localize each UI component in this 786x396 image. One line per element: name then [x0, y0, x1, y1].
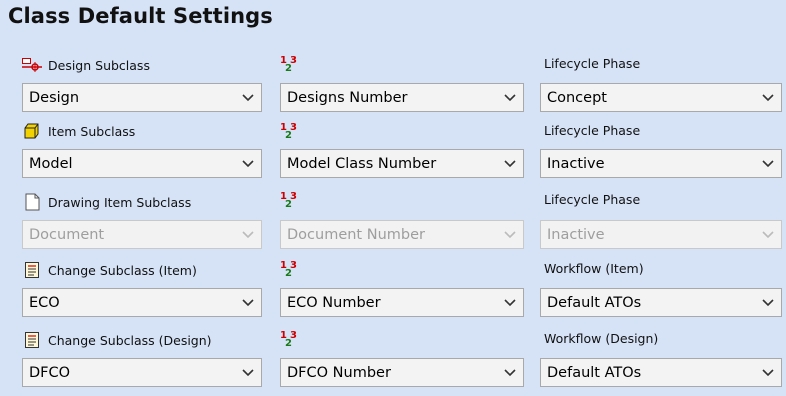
- chevron-down-icon: [235, 289, 261, 316]
- dfco-number-dropdown[interactable]: DFCO Number: [280, 358, 524, 387]
- subclass-label: Change Subclass (Item): [48, 262, 197, 278]
- chevron-down-icon: [497, 84, 523, 111]
- subclass-label: Drawing Item Subclass: [48, 194, 192, 210]
- subclass-label: Item Subclass: [48, 123, 136, 139]
- chevron-down-icon: [235, 221, 261, 248]
- item-lifecycle-dropdown[interactable]: Inactive: [540, 149, 782, 178]
- chevron-down-icon: [235, 150, 261, 177]
- item-subclass-label-row: Item Subclass: [22, 120, 135, 142]
- design-subclass-dropdown[interactable]: Design: [22, 83, 262, 112]
- item-subclass-dropdown[interactable]: Model: [22, 149, 262, 178]
- lifecycle-phase-label: Lifecycle Phase: [544, 122, 641, 138]
- change-document-icon: [22, 332, 42, 348]
- workflow-design-label: Workflow (Design): [544, 330, 659, 346]
- drawing-item-subclass-label-row: Drawing Item Subclass: [22, 191, 191, 213]
- drawing-subclass-dropdown: Document: [22, 220, 262, 249]
- design-lifecycle-dropdown[interactable]: Concept: [540, 83, 782, 112]
- document-icon: [22, 193, 42, 211]
- svg-text:3: 3: [290, 191, 297, 202]
- change-subclass-design-dropdown[interactable]: DFCO: [22, 358, 262, 387]
- design-number-dropdown[interactable]: Designs Number: [280, 83, 524, 112]
- change-subclass-item-label-row: Change Subclass (Item): [22, 259, 197, 281]
- subclass-label: Change Subclass (Design): [48, 332, 212, 348]
- workflow-design-dropdown[interactable]: Default ATOs: [540, 358, 782, 387]
- design-subclass-label-row: Design Subclass: [22, 54, 150, 76]
- item-cube-icon: [22, 123, 42, 139]
- chevron-down-icon: [497, 221, 523, 248]
- svg-text:3: 3: [290, 330, 297, 341]
- lifecycle-phase-label: Lifecycle Phase: [544, 55, 641, 71]
- change-document-icon: [22, 262, 42, 278]
- svg-text:3: 3: [290, 260, 297, 271]
- design-subclass-icon: [22, 57, 42, 73]
- number-sequence-icon: 123: [280, 119, 300, 141]
- chevron-down-icon: [497, 359, 523, 386]
- page-title: Class Default Settings: [8, 4, 273, 28]
- change-subclass-item-dropdown[interactable]: ECO: [22, 288, 262, 317]
- chevron-down-icon: [235, 84, 261, 111]
- chevron-down-icon: [497, 150, 523, 177]
- chevron-down-icon: [497, 289, 523, 316]
- chevron-down-icon: [755, 359, 781, 386]
- svg-text:3: 3: [290, 122, 297, 133]
- chevron-down-icon: [755, 221, 781, 248]
- chevron-down-icon: [755, 289, 781, 316]
- number-sequence-icon: 123: [280, 327, 300, 349]
- item-number-dropdown[interactable]: Model Class Number: [280, 149, 524, 178]
- drawing-number-dropdown: Document Number: [280, 220, 524, 249]
- chevron-down-icon: [755, 84, 781, 111]
- change-subclass-design-label-row: Change Subclass (Design): [22, 329, 212, 351]
- number-sequence-icon: 123: [280, 52, 300, 74]
- svg-text:3: 3: [290, 55, 297, 66]
- lifecycle-phase-label: Lifecycle Phase: [544, 191, 641, 207]
- eco-number-dropdown[interactable]: ECO Number: [280, 288, 524, 317]
- workflow-item-dropdown[interactable]: Default ATOs: [540, 288, 782, 317]
- chevron-down-icon: [755, 150, 781, 177]
- number-sequence-icon: 123: [280, 257, 300, 279]
- drawing-lifecycle-dropdown: Inactive: [540, 220, 782, 249]
- number-sequence-icon: 123: [280, 188, 300, 210]
- subclass-label: Design Subclass: [48, 57, 150, 73]
- chevron-down-icon: [235, 359, 261, 386]
- workflow-item-label: Workflow (Item): [544, 260, 644, 276]
